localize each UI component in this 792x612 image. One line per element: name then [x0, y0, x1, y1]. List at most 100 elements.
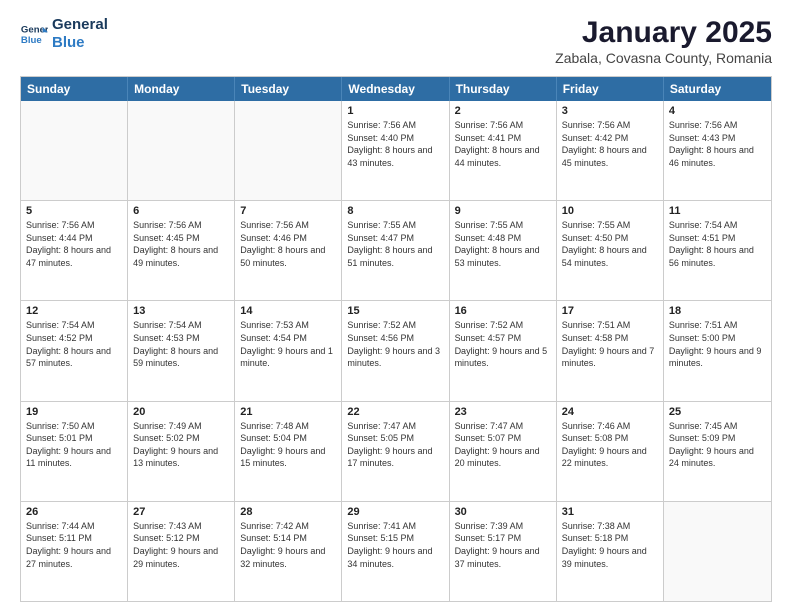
day-number: 2: [455, 105, 551, 117]
day-info: Sunrise: 7:52 AM Sunset: 4:56 PM Dayligh…: [347, 319, 443, 369]
day-cell-11: 11 Sunrise: 7:54 AM Sunset: 4:51 PM Dayli…: [664, 201, 771, 300]
weekday-header-tuesday: Tuesday: [235, 77, 342, 101]
day-number: 30: [455, 506, 551, 518]
logo-text-general: General: [52, 16, 108, 34]
day-number: 7: [240, 205, 336, 217]
day-cell-25: 25Sunrise: 7:45 AM Sunset: 5:09 PM Dayli…: [664, 402, 771, 501]
day-cell-31: 31 Sunrise: 7:38 AM Sunset: 5:18 PM Dayli…: [557, 502, 664, 601]
day-cell-15: 15 Sunrise: 7:52 AM Sunset: 4:56 PM Dayli…: [342, 301, 449, 400]
day-number: 29: [347, 506, 443, 518]
day-cell-17: 17 Sunrise: 7:51 AM Sunset: 4:58 PM Dayli…: [557, 301, 664, 400]
title-block: January 2025 Zabala, Covasna County, Rom…: [555, 16, 772, 66]
day-number: 21: [240, 406, 336, 418]
day-number: 18: [669, 305, 766, 317]
day-cell-28: 28 Sunrise: 7:42 AM Sunset: 5:14 PM Dayli…: [235, 502, 342, 601]
day-number: 14: [240, 305, 336, 317]
day-number: 17: [562, 305, 658, 317]
calendar: SundayMondayTuesdayWednesdayThursdayFrid…: [20, 76, 772, 602]
day-number: 6: [133, 205, 229, 217]
day-info: Sunrise: 7:39 AM Sunset: 5:17 PM Dayligh…: [455, 520, 551, 570]
day-info: Sunrise: 7:54 AM Sunset: 4:51 PM Dayligh…: [669, 219, 766, 269]
day-cell-empty-4-6: [664, 502, 771, 601]
day-number: 22: [347, 406, 443, 418]
calendar-row-2: 12 Sunrise: 7:54 AM Sunset: 4:52 PM Dayli…: [21, 301, 771, 401]
day-info: Sunrise: 7:51 AM Sunset: 4:58 PM Dayligh…: [562, 319, 658, 369]
day-info: Sunrise: 7:52 AM Sunset: 4:57 PM Dayligh…: [455, 319, 551, 369]
day-info: Sunrise: 7:55 AM Sunset: 4:47 PM Dayligh…: [347, 219, 443, 269]
day-number: 1: [347, 105, 443, 117]
day-cell-16: 16Sunrise: 7:52 AM Sunset: 4:57 PM Dayli…: [450, 301, 557, 400]
day-cell-24: 24 Sunrise: 7:46 AM Sunset: 5:08 PM Dayli…: [557, 402, 664, 501]
day-number: 3: [562, 105, 658, 117]
day-cell-29: 29 Sunrise: 7:41 AM Sunset: 5:15 PM Dayli…: [342, 502, 449, 601]
day-cell-19: 19 Sunrise: 7:50 AM Sunset: 5:01 PM Dayli…: [21, 402, 128, 501]
day-number: 8: [347, 205, 443, 217]
day-number: 27: [133, 506, 229, 518]
day-info: Sunrise: 7:51 AM Sunset: 5:00 PM Dayligh…: [669, 319, 766, 369]
day-info: Sunrise: 7:56 AM Sunset: 4:44 PM Dayligh…: [26, 219, 122, 269]
day-cell-23: 23 Sunrise: 7:47 AM Sunset: 5:07 PM Dayli…: [450, 402, 557, 501]
day-info: Sunrise: 7:56 AM Sunset: 4:45 PM Dayligh…: [133, 219, 229, 269]
day-cell-3: 3Sunrise: 7:56 AM Sunset: 4:42 PM Daylig…: [557, 101, 664, 200]
day-number: 25: [669, 406, 766, 418]
weekday-header-wednesday: Wednesday: [342, 77, 449, 101]
weekday-header-thursday: Thursday: [450, 77, 557, 101]
day-number: 28: [240, 506, 336, 518]
day-number: 13: [133, 305, 229, 317]
day-cell-22: 22 Sunrise: 7:47 AM Sunset: 5:05 PM Dayli…: [342, 402, 449, 501]
day-cell-5: 5 Sunrise: 7:56 AM Sunset: 4:44 PM Daylig…: [21, 201, 128, 300]
day-cell-1: 1 Sunrise: 7:56 AM Sunset: 4:40 PM Daylig…: [342, 101, 449, 200]
day-info: Sunrise: 7:46 AM Sunset: 5:08 PM Dayligh…: [562, 420, 658, 470]
day-cell-2: 2 Sunrise: 7:56 AM Sunset: 4:41 PM Daylig…: [450, 101, 557, 200]
day-info: Sunrise: 7:47 AM Sunset: 5:05 PM Dayligh…: [347, 420, 443, 470]
day-cell-12: 12 Sunrise: 7:54 AM Sunset: 4:52 PM Dayli…: [21, 301, 128, 400]
calendar-row-4: 26Sunrise: 7:44 AM Sunset: 5:11 PM Dayli…: [21, 502, 771, 601]
day-info: Sunrise: 7:56 AM Sunset: 4:43 PM Dayligh…: [669, 119, 766, 169]
day-number: 31: [562, 506, 658, 518]
day-info: Sunrise: 7:53 AM Sunset: 4:54 PM Dayligh…: [240, 319, 336, 369]
day-number: 12: [26, 305, 122, 317]
day-number: 26: [26, 506, 122, 518]
day-info: Sunrise: 7:42 AM Sunset: 5:14 PM Dayligh…: [240, 520, 336, 570]
day-info: Sunrise: 7:38 AM Sunset: 5:18 PM Dayligh…: [562, 520, 658, 570]
day-info: Sunrise: 7:56 AM Sunset: 4:41 PM Dayligh…: [455, 119, 551, 169]
weekday-header-monday: Monday: [128, 77, 235, 101]
day-cell-21: 21Sunrise: 7:48 AM Sunset: 5:04 PM Dayli…: [235, 402, 342, 501]
day-number: 15: [347, 305, 443, 317]
day-cell-empty-0-0: [21, 101, 128, 200]
day-cell-14: 14 Sunrise: 7:53 AM Sunset: 4:54 PM Dayli…: [235, 301, 342, 400]
day-cell-30: 30 Sunrise: 7:39 AM Sunset: 5:17 PM Dayli…: [450, 502, 557, 601]
day-info: Sunrise: 7:43 AM Sunset: 5:12 PM Dayligh…: [133, 520, 229, 570]
day-cell-26: 26Sunrise: 7:44 AM Sunset: 5:11 PM Dayli…: [21, 502, 128, 601]
day-number: 19: [26, 406, 122, 418]
day-info: Sunrise: 7:56 AM Sunset: 4:40 PM Dayligh…: [347, 119, 443, 169]
day-info: Sunrise: 7:49 AM Sunset: 5:02 PM Dayligh…: [133, 420, 229, 470]
day-cell-empty-0-2: [235, 101, 342, 200]
day-info: Sunrise: 7:54 AM Sunset: 4:53 PM Dayligh…: [133, 319, 229, 369]
day-info: Sunrise: 7:50 AM Sunset: 5:01 PM Dayligh…: [26, 420, 122, 470]
day-number: 11: [669, 205, 766, 217]
day-info: Sunrise: 7:55 AM Sunset: 4:48 PM Dayligh…: [455, 219, 551, 269]
subtitle: Zabala, Covasna County, Romania: [555, 50, 772, 66]
day-cell-27: 27 Sunrise: 7:43 AM Sunset: 5:12 PM Dayli…: [128, 502, 235, 601]
weekday-header-friday: Friday: [557, 77, 664, 101]
day-number: 10: [562, 205, 658, 217]
day-number: 23: [455, 406, 551, 418]
day-cell-13: 13 Sunrise: 7:54 AM Sunset: 4:53 PM Dayli…: [128, 301, 235, 400]
calendar-row-0: 1 Sunrise: 7:56 AM Sunset: 4:40 PM Daylig…: [21, 101, 771, 201]
calendar-row-3: 19 Sunrise: 7:50 AM Sunset: 5:01 PM Dayli…: [21, 402, 771, 502]
logo: General Blue General Blue: [20, 16, 108, 52]
day-info: Sunrise: 7:41 AM Sunset: 5:15 PM Dayligh…: [347, 520, 443, 570]
day-number: 5: [26, 205, 122, 217]
day-number: 4: [669, 105, 766, 117]
day-number: 24: [562, 406, 658, 418]
day-info: Sunrise: 7:47 AM Sunset: 5:07 PM Dayligh…: [455, 420, 551, 470]
day-cell-6: 6 Sunrise: 7:56 AM Sunset: 4:45 PM Daylig…: [128, 201, 235, 300]
weekday-header-sunday: Sunday: [21, 77, 128, 101]
day-cell-7: 7Sunrise: 7:56 AM Sunset: 4:46 PM Daylig…: [235, 201, 342, 300]
logo-text-blue: Blue: [52, 34, 108, 52]
day-cell-empty-0-1: [128, 101, 235, 200]
page: General Blue General Blue January 2025 Z…: [0, 0, 792, 612]
day-info: Sunrise: 7:54 AM Sunset: 4:52 PM Dayligh…: [26, 319, 122, 369]
day-info: Sunrise: 7:55 AM Sunset: 4:50 PM Dayligh…: [562, 219, 658, 269]
